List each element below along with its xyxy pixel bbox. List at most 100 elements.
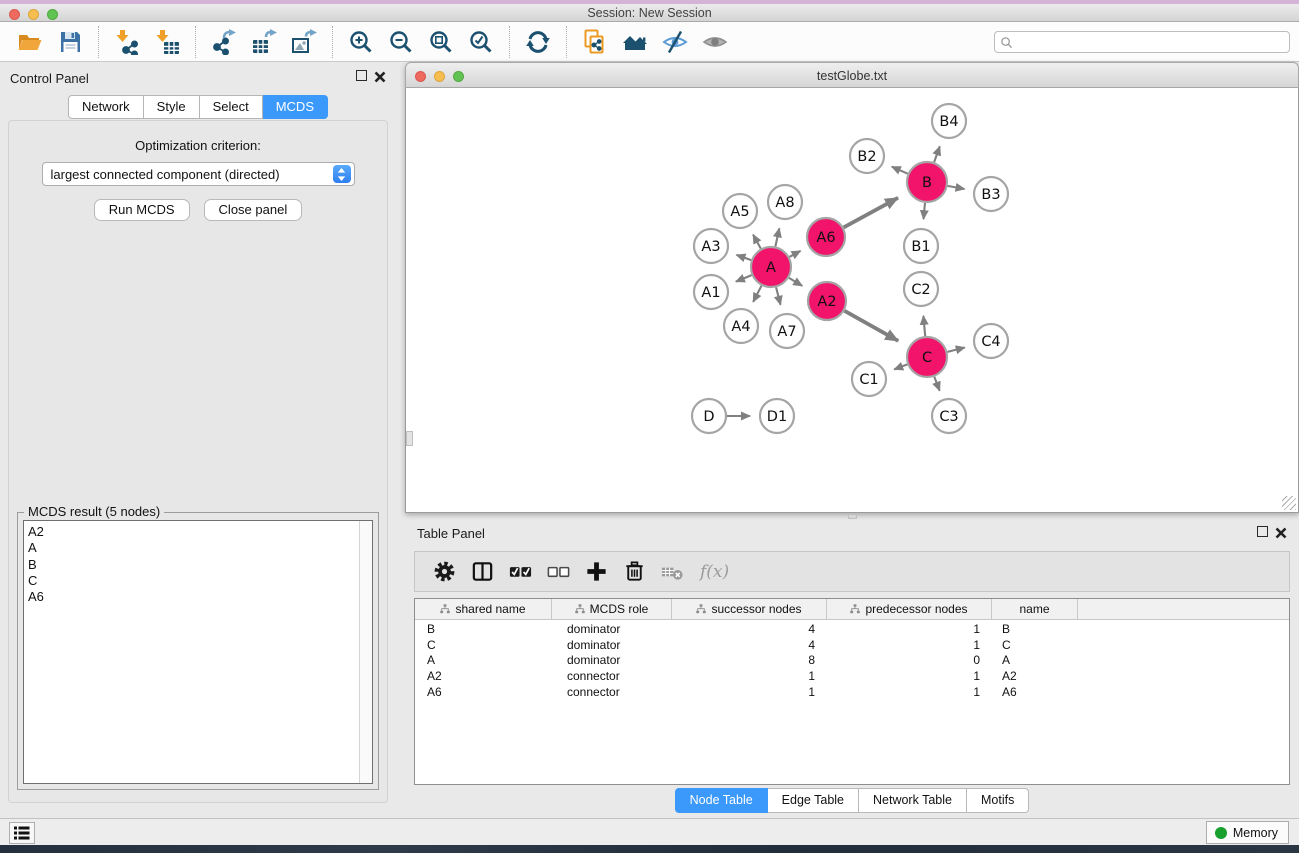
table-settings-button[interactable] <box>428 557 460 587</box>
graph-node-D1[interactable]: D1 <box>760 399 794 433</box>
duplicate-network-button[interactable] <box>580 27 610 57</box>
graph-node-A3[interactable]: A3 <box>694 229 728 263</box>
tab-network-table[interactable]: Network Table <box>859 788 967 813</box>
graph-node-D[interactable]: D <box>692 399 726 433</box>
float-panel-icon[interactable] <box>356 70 367 81</box>
graph-edge-C-C1[interactable] <box>894 364 907 369</box>
close-panel-icon[interactable] <box>374 70 386 88</box>
graph-node-C4[interactable]: C4 <box>974 324 1008 358</box>
graph-edge-B-B4[interactable] <box>934 146 940 162</box>
split-columns-button[interactable] <box>466 557 498 587</box>
float-panel-icon[interactable] <box>1257 526 1268 537</box>
refresh-button[interactable] <box>523 27 553 57</box>
result-scrollbar[interactable] <box>359 521 372 783</box>
graph-node-A[interactable]: A <box>751 247 791 287</box>
function-builder-button[interactable]: f(x) <box>694 557 735 587</box>
delete-column-button[interactable] <box>618 557 650 587</box>
show-graphics-details-button[interactable] <box>700 27 730 57</box>
memory-button[interactable]: Memory <box>1206 821 1289 844</box>
resize-grip[interactable] <box>1282 496 1296 510</box>
graph-edge-C-C4[interactable] <box>947 348 964 352</box>
graph-edge-B-B1[interactable] <box>924 203 926 219</box>
home-view-button[interactable] <box>620 27 650 57</box>
graph-node-A5[interactable]: A5 <box>723 194 757 228</box>
close-panel-icon[interactable] <box>1275 526 1287 544</box>
graph-edge-B-B2[interactable] <box>892 167 908 174</box>
graph-edge-A6-B[interactable] <box>844 198 898 228</box>
graph-node-B2[interactable]: B2 <box>850 139 884 173</box>
graph-edge-A-A1[interactable] <box>736 275 752 282</box>
show-panels-button[interactable] <box>9 822 35 844</box>
network-window-titlebar[interactable]: testGlobe.txt <box>405 62 1299 88</box>
column-header-successor-nodes[interactable]: successor nodes <box>672 599 827 619</box>
hide-all-columns-button[interactable] <box>542 557 574 587</box>
import-table-button[interactable] <box>152 27 182 57</box>
result-item-a[interactable]: A <box>24 540 372 556</box>
graph-edge-A-A8[interactable] <box>775 228 779 246</box>
table-row-a2[interactable]: A2connector11A2 <box>415 669 1289 685</box>
graph-edge-A2-C[interactable] <box>845 311 899 341</box>
graph-node-C3[interactable]: C3 <box>932 399 966 433</box>
tab-select[interactable]: Select <box>200 95 263 119</box>
graph-node-C2[interactable]: C2 <box>904 272 938 306</box>
tab-mcds[interactable]: MCDS <box>263 95 328 119</box>
table-row-c[interactable]: Cdominator41C <box>415 638 1289 654</box>
graph-edge-A-A6[interactable] <box>789 251 800 257</box>
delete-table-button[interactable] <box>656 557 688 587</box>
zoom-selected-button[interactable] <box>466 27 496 57</box>
close-panel-button[interactable]: Close panel <box>204 199 303 221</box>
table-row-a6[interactable]: A6connector11A6 <box>415 685 1289 701</box>
graph-node-B4[interactable]: B4 <box>932 104 966 138</box>
splitter-handle[interactable] <box>848 514 857 519</box>
graph-node-A4[interactable]: A4 <box>724 309 758 343</box>
column-header-shared-name[interactable]: shared name <box>415 599 552 619</box>
tab-network[interactable]: Network <box>68 95 144 119</box>
graph-edge-A-A2[interactable] <box>789 278 802 286</box>
create-column-button[interactable] <box>580 557 612 587</box>
search-field[interactable] <box>994 31 1290 53</box>
graph-node-B3[interactable]: B3 <box>974 177 1008 211</box>
column-header-name[interactable]: name <box>992 599 1078 619</box>
zoom-in-button[interactable] <box>346 27 376 57</box>
graph-node-A2[interactable]: A2 <box>808 282 846 320</box>
show-all-columns-button[interactable] <box>504 557 536 587</box>
criterion-select[interactable]: largest connected component (directed) <box>42 162 355 186</box>
open-session-button[interactable] <box>15 27 45 57</box>
zoom-fit-button[interactable] <box>426 27 456 57</box>
canvas-splitter-handle[interactable] <box>406 431 413 446</box>
import-network-button[interactable] <box>112 27 142 57</box>
graph-node-C1[interactable]: C1 <box>852 362 886 396</box>
graph-node-C[interactable]: C <box>907 337 947 377</box>
table-row-b[interactable]: Bdominator41B <box>415 622 1289 638</box>
column-header-mcds-role[interactable]: MCDS role <box>552 599 672 619</box>
export-table-button[interactable] <box>249 27 279 57</box>
zoom-out-button[interactable] <box>386 27 416 57</box>
run-mcds-button[interactable]: Run MCDS <box>94 199 190 221</box>
tab-edge-table[interactable]: Edge Table <box>768 788 859 813</box>
graph-edge-A-A7[interactable] <box>776 287 780 304</box>
tab-motifs[interactable]: Motifs <box>967 788 1029 813</box>
save-session-button[interactable] <box>55 27 85 57</box>
result-item-c[interactable]: C <box>24 573 372 589</box>
result-item-a2[interactable]: A2 <box>24 521 372 540</box>
graph-edge-B-B3[interactable] <box>948 186 965 189</box>
hide-graphics-details-button[interactable] <box>660 27 690 57</box>
graph-node-A1[interactable]: A1 <box>694 275 728 309</box>
export-network-button[interactable] <box>209 27 239 57</box>
result-item-a6[interactable]: A6 <box>24 589 372 605</box>
graph-node-A6[interactable]: A6 <box>807 218 845 256</box>
graph-edge-A-A3[interactable] <box>737 255 752 260</box>
tab-style[interactable]: Style <box>144 95 200 119</box>
graph-edge-A-A5[interactable] <box>753 235 761 249</box>
graph-node-B1[interactable]: B1 <box>904 229 938 263</box>
graph-edge-A-A4[interactable] <box>753 286 761 302</box>
graph-node-A8[interactable]: A8 <box>768 185 802 219</box>
network-canvas[interactable]: B4 B2 B B3 A8 A5 A6 B1 A3 A A1 C2 A2 A4 A7 C4 C C1 C3 D D1 <box>405 88 1299 513</box>
column-header-predecessor-nodes[interactable]: predecessor nodes <box>827 599 992 619</box>
result-item-b[interactable]: B <box>24 557 372 573</box>
export-image-button[interactable] <box>289 27 319 57</box>
graph-edge-C-C3[interactable] <box>934 377 939 391</box>
graph-node-A7[interactable]: A7 <box>770 314 804 348</box>
graph-node-B[interactable]: B <box>907 162 947 202</box>
table-row-a[interactable]: Adominator80A <box>415 653 1289 669</box>
